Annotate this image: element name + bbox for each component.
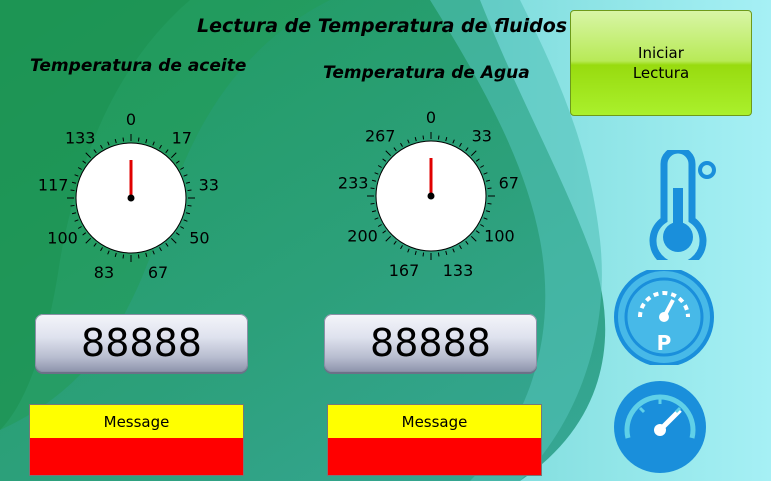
- water-temperature-readout: 88888: [324, 314, 537, 372]
- water-dial-tick: [475, 230, 480, 234]
- water-dial-tick-label: 167: [389, 261, 420, 280]
- thermometer-icon: [649, 150, 716, 260]
- water-dial-tick: [465, 240, 469, 245]
- water-dial-tick: [487, 202, 492, 205]
- water-dial-tick: [483, 217, 488, 220]
- water-message-status-bar: [328, 438, 541, 475]
- water-dial-tick: [393, 147, 397, 152]
- water-dial-tick: [400, 245, 403, 250]
- water-dial-tick-label: 133: [443, 261, 474, 280]
- oil-temperature-readout: 88888: [35, 314, 248, 372]
- start-reading-button[interactable]: Iniciar Lectura: [570, 10, 752, 116]
- water-dial-tick: [382, 158, 387, 162]
- water-dial-hub: [427, 192, 435, 200]
- water-dial-tick: [422, 135, 425, 140]
- oil-message-label: Message: [30, 405, 243, 438]
- water-dial-tick: [459, 142, 462, 147]
- water-dial-tick: [465, 147, 469, 152]
- water-dial-tick: [437, 135, 440, 140]
- oil-message-box: Message: [29, 404, 244, 476]
- water-dial-tick: [385, 150, 392, 157]
- water-dial-tick: [452, 248, 455, 253]
- water-dial-tick: [475, 158, 480, 162]
- speedometer-icon: [614, 381, 706, 473]
- water-dial-tick: [382, 230, 387, 234]
- water-dial-tick: [459, 245, 462, 250]
- water-dial-tick-label: 33: [472, 126, 492, 145]
- water-dial-tick: [445, 136, 448, 142]
- water-dial-tick: [407, 139, 410, 144]
- water-dial-tick-label: 67: [499, 173, 519, 192]
- water-dial-tick: [370, 187, 375, 190]
- water-dial-tick: [407, 248, 410, 253]
- water-dial-tick: [487, 187, 492, 190]
- svg-text:P: P: [657, 331, 672, 355]
- water-dial-tick-label: 267: [365, 126, 396, 145]
- water-dial-tick: [371, 179, 377, 182]
- water-dial-tick: [445, 250, 448, 256]
- water-dial-tick: [414, 136, 417, 142]
- water-dial-tick: [385, 235, 392, 242]
- water-message-box: Message: [327, 404, 542, 476]
- water-dial-tick: [470, 150, 477, 157]
- water-dial-tick: [470, 235, 477, 242]
- water-dial-tick: [374, 172, 379, 175]
- water-dial-tick: [377, 165, 382, 168]
- water-message-label: Message: [328, 405, 541, 438]
- water-dial-tick: [393, 240, 397, 245]
- water-dial-tick: [371, 210, 377, 213]
- water-dial-tick: [377, 224, 382, 227]
- start-button-line1: Iniciar: [638, 44, 684, 62]
- water-dial-tick-label: 233: [338, 173, 369, 192]
- water-dial-tick: [400, 142, 403, 147]
- water-dial-tick: [480, 165, 485, 168]
- water-dial-tick-label: 0: [426, 108, 436, 127]
- water-dial-tick: [485, 210, 491, 213]
- water-dial-tick: [485, 179, 491, 182]
- water-dial-tick: [483, 172, 488, 175]
- water-dial-tick-label: 100: [484, 227, 515, 246]
- water-dial-tick: [452, 139, 455, 144]
- water-dial-tick: [374, 217, 379, 220]
- water-dial-tick: [422, 252, 425, 257]
- water-dial-tick: [370, 202, 375, 205]
- water-dial-tick: [437, 252, 440, 257]
- pressure-gauge-icon: P: [614, 270, 714, 365]
- oil-message-status-bar: [30, 438, 243, 475]
- water-dial-tick-label: 200: [347, 227, 378, 246]
- water-dial-tick: [414, 250, 417, 256]
- start-button-line2: Lectura: [632, 64, 690, 82]
